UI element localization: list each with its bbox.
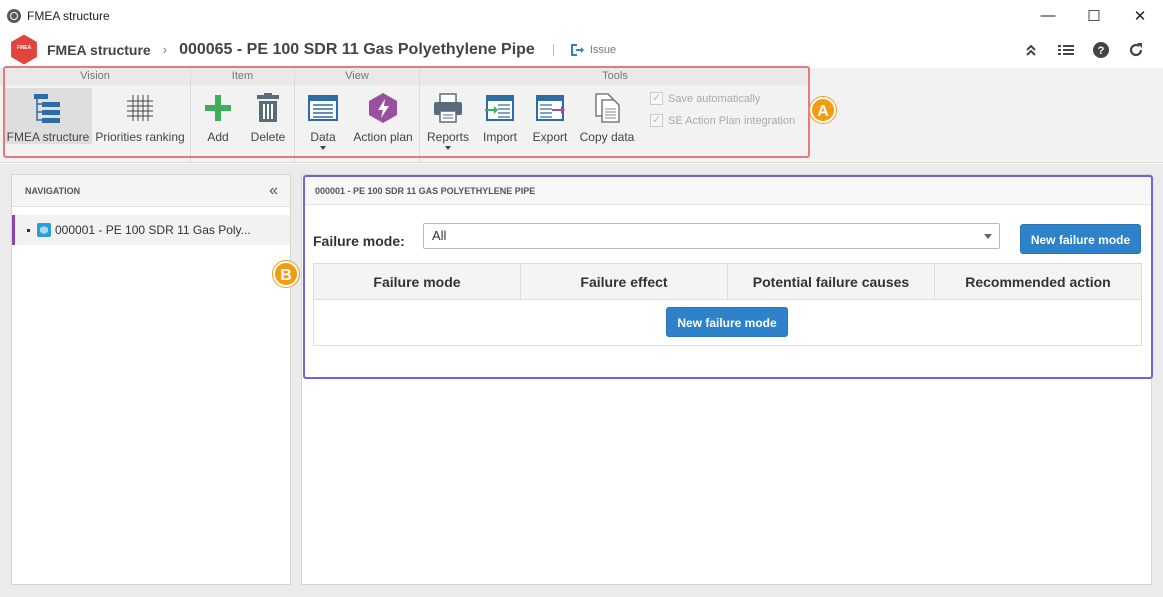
issue-link[interactable]: Issue [590, 44, 616, 56]
refresh-icon[interactable] [1118, 42, 1153, 58]
header-divider [552, 43, 554, 56]
app-header: FMEA FMEA structure › 000065 - PE 100 SD… [0, 31, 1163, 68]
tree-bullet [27, 228, 30, 232]
window-title: FMEA structure [27, 8, 110, 23]
window-titlebar: FMEA structure — ☐ ✕ [0, 0, 1163, 31]
minimize-button[interactable]: — [1025, 0, 1071, 31]
nav-tree-item[interactable]: 000001 - PE 100 SDR 11 Gas Poly... [12, 215, 290, 245]
breadcrumb-root[interactable]: FMEA structure [47, 42, 151, 58]
annotation-box-b [303, 175, 1153, 379]
window-controls: — ☐ ✕ [1025, 0, 1163, 31]
app-icon [7, 8, 21, 23]
collapse-navigation-icon[interactable]: « [269, 182, 278, 200]
close-button[interactable]: ✕ [1117, 0, 1163, 31]
annotation-box-a [3, 66, 810, 158]
issue-icon[interactable] [568, 42, 584, 58]
breadcrumb-separator: › [162, 42, 168, 57]
header-actions: ? [1013, 31, 1153, 68]
annotation-badge-b: B [273, 261, 299, 287]
logo-text: FMEA [16, 44, 32, 51]
annotation-badge-a: A [810, 97, 836, 123]
maximize-button[interactable]: ☐ [1071, 0, 1117, 31]
navigation-title: NAVIGATION [25, 186, 81, 196]
navigation-panel: NAVIGATION « 000001 - PE 100 SDR 11 Gas … [11, 174, 291, 585]
navigation-header: NAVIGATION « [12, 175, 290, 207]
page-title: 000065 - PE 100 SDR 11 Gas Polyethylene … [179, 40, 535, 58]
svg-text:?: ? [1097, 45, 1104, 57]
list-icon[interactable] [1048, 44, 1083, 56]
fmea-logo: FMEA [9, 34, 39, 65]
nav-item-label: 000001 - PE 100 SDR 11 Gas Poly... [55, 223, 251, 237]
collapse-up-icon[interactable] [1013, 44, 1048, 56]
structure-node-icon [37, 223, 51, 237]
help-icon[interactable]: ? [1083, 41, 1118, 58]
